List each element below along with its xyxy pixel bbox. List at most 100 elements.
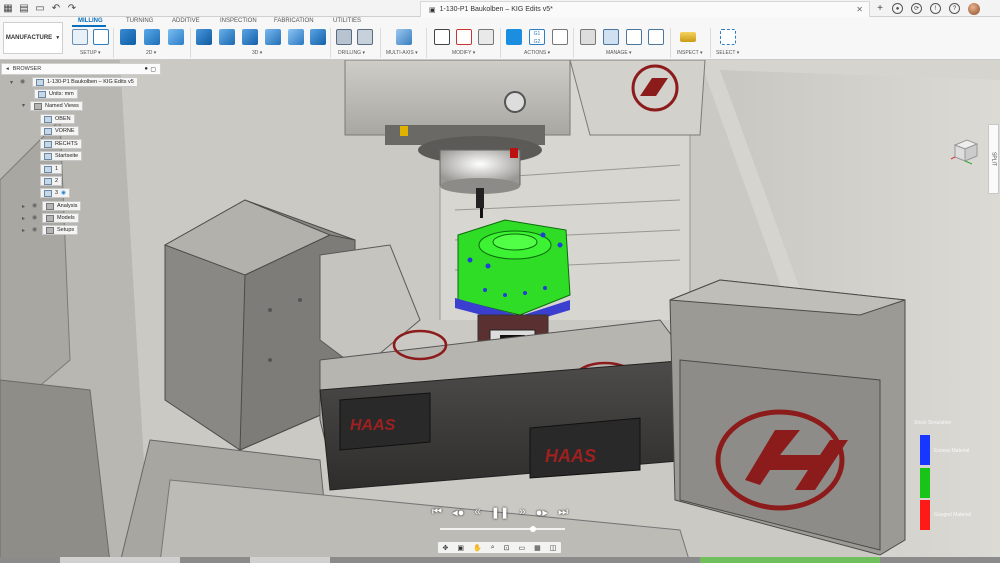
group-3d[interactable]: 3D ▾ [252, 50, 262, 56]
analysis-folder[interactable]: Analysis [42, 201, 82, 211]
setup-sheet-icon[interactable] [552, 29, 568, 45]
post-library-icon[interactable] [603, 29, 619, 45]
fast-forward-icon[interactable]: » [519, 506, 525, 518]
help-icon[interactable]: ? [949, 3, 960, 14]
group-modify[interactable]: MODIFY ▾ [452, 50, 475, 56]
steep-shallow-icon[interactable] [242, 29, 258, 45]
save-icon[interactable]: ▭ [32, 0, 48, 17]
drill-icon[interactable] [336, 29, 352, 45]
select-icon[interactable] [720, 29, 736, 45]
hole-recognition-icon[interactable] [357, 29, 373, 45]
multi-axis-icon[interactable] [396, 29, 412, 45]
units-node[interactable]: Units: mm [34, 89, 78, 99]
browser-panel-header[interactable]: ◂ BROWSER ● ▢ [1, 63, 161, 75]
visibility-eye-icon[interactable]: ◉ [32, 202, 37, 209]
browser-root-document[interactable]: 1-130-P1 Baukolben – KIG Edits v5 [32, 77, 138, 87]
expand-arrow-icon[interactable]: ▾ [22, 102, 25, 109]
2d-adaptive-icon[interactable] [120, 29, 136, 45]
extensions-icon[interactable]: ⟳ [911, 3, 922, 14]
view-item-1[interactable]: 1 [40, 164, 63, 174]
notifications-icon[interactable]: ! [930, 3, 941, 14]
group-select[interactable]: SELECT ▾ [716, 50, 739, 56]
zoom-icon[interactable]: ⌕ [491, 544, 495, 552]
machine-library-icon[interactable] [580, 29, 596, 45]
workspace-switcher[interactable]: MANUFACTURE ▼ [3, 22, 63, 54]
view-cube[interactable] [950, 135, 980, 165]
orbit-icon[interactable]: ✥ [443, 544, 449, 552]
contour-icon[interactable] [310, 29, 326, 45]
simulate-icon[interactable] [506, 29, 522, 45]
group-multi-axis[interactable]: MULTI-AXIS ▾ [386, 50, 418, 56]
tool-library-icon[interactable] [478, 29, 494, 45]
view-item-oben[interactable]: OBEN [40, 114, 75, 124]
post-process-icon[interactable]: G1 G2 [529, 29, 545, 45]
fit-icon[interactable]: ⊡ [504, 544, 510, 552]
group-manage[interactable]: MANAGE ▾ [606, 50, 632, 56]
expand-arrow-icon[interactable]: ▾ [10, 79, 13, 86]
parallel-icon[interactable] [265, 29, 281, 45]
view-item-startseite[interactable]: Startseite [40, 151, 83, 161]
timeline-scrubber[interactable] [530, 526, 536, 532]
viewports-icon[interactable]: ◫ [550, 544, 557, 552]
tab-inspection[interactable]: INSPECTION [220, 18, 257, 24]
template-library-icon[interactable] [626, 29, 642, 45]
tab-milling[interactable]: MILLING [78, 18, 103, 24]
look-at-icon[interactable]: ▣ [457, 544, 464, 552]
step-forward-icon[interactable]: ●▸ [536, 506, 548, 519]
new-tab-icon[interactable]: + [872, 0, 888, 17]
group-actions[interactable]: ACTIONS ▾ [524, 50, 550, 56]
models-folder[interactable]: Models [42, 213, 79, 223]
job-status-icon[interactable]: ● [892, 3, 903, 14]
setups-folder[interactable]: Setups [42, 225, 79, 235]
pin-icon[interactable]: ● [144, 66, 148, 72]
expand-arrow-icon[interactable]: ▸ [22, 215, 25, 222]
tab-fabrication[interactable]: FABRICATION [274, 18, 314, 24]
tab-turning[interactable]: TURNING [126, 18, 153, 24]
display-settings-icon[interactable]: ▭ [519, 544, 526, 552]
view-item-3[interactable]: 3 ◉ [40, 188, 70, 198]
group-setup[interactable]: SETUP ▾ [80, 50, 101, 56]
visibility-eye-icon[interactable]: ◉ [20, 78, 25, 85]
pause-icon[interactable]: ❚❚ [491, 506, 509, 519]
scissors-icon[interactable] [434, 29, 450, 45]
group-2d[interactable]: 2D ▾ [146, 50, 156, 56]
skip-end-icon[interactable]: ⏭ [558, 506, 568, 519]
group-drilling[interactable]: DRILLING ▾ [338, 50, 365, 56]
scallop-icon[interactable] [288, 29, 304, 45]
visibility-eye-icon[interactable]: ◉ [32, 226, 37, 233]
task-manager-icon[interactable] [648, 29, 664, 45]
view-item-rechts[interactable]: RECHTS [40, 139, 82, 149]
splitter-tab[interactable]: SPLIT [988, 124, 999, 194]
3d-viewport[interactable]: HAAS HAAS ◂ BROWSER ● ▢ ▾ ◉ 1-130-P1 Bau… [0, 60, 1000, 563]
expand-arrow-icon[interactable]: ▸ [22, 227, 25, 234]
rewind-icon[interactable]: « [474, 506, 480, 518]
file-menu-icon[interactable]: ▤ [16, 0, 32, 17]
collapse-icon[interactable]: ◂ [6, 66, 9, 72]
setup-folder-icon[interactable] [72, 29, 88, 45]
new-setup-icon[interactable] [93, 29, 109, 45]
measure-icon[interactable] [680, 32, 696, 42]
panel-menu-icon[interactable]: ▢ [150, 66, 156, 73]
undo-icon[interactable]: ↶ [48, 0, 64, 17]
document-tab[interactable]: ▣ 1-130-P1 Baukolben – KIG Edits v5* ✕ [420, 1, 870, 17]
skip-start-icon[interactable]: ⏮ [432, 506, 442, 519]
3d-pocket-icon[interactable] [219, 29, 235, 45]
avatar[interactable] [968, 2, 980, 15]
step-back-icon[interactable]: ◂● [452, 506, 464, 519]
tab-utilities[interactable]: UTILITIES [333, 18, 361, 24]
simulation-timeline[interactable] [440, 528, 565, 530]
3d-adaptive-icon[interactable] [196, 29, 212, 45]
app-grid-icon[interactable]: ▦ [0, 0, 16, 17]
expand-arrow-icon[interactable]: ▸ [22, 203, 25, 210]
close-tab-icon[interactable]: ✕ [856, 5, 863, 14]
group-inspect[interactable]: INSPECT ▾ [677, 50, 703, 56]
face-icon[interactable] [168, 29, 184, 45]
2d-pocket-icon[interactable] [144, 29, 160, 45]
grid-icon[interactable]: ▦ [534, 544, 541, 552]
delete-toolpath-icon[interactable] [456, 29, 472, 45]
redo-icon[interactable]: ↷ [64, 0, 80, 17]
named-views-folder[interactable]: Named Views [30, 101, 83, 111]
view-item-vorne[interactable]: VORNE [40, 126, 79, 136]
pan-icon[interactable]: ✋ [473, 544, 482, 552]
visibility-eye-icon[interactable]: ◉ [32, 214, 37, 221]
